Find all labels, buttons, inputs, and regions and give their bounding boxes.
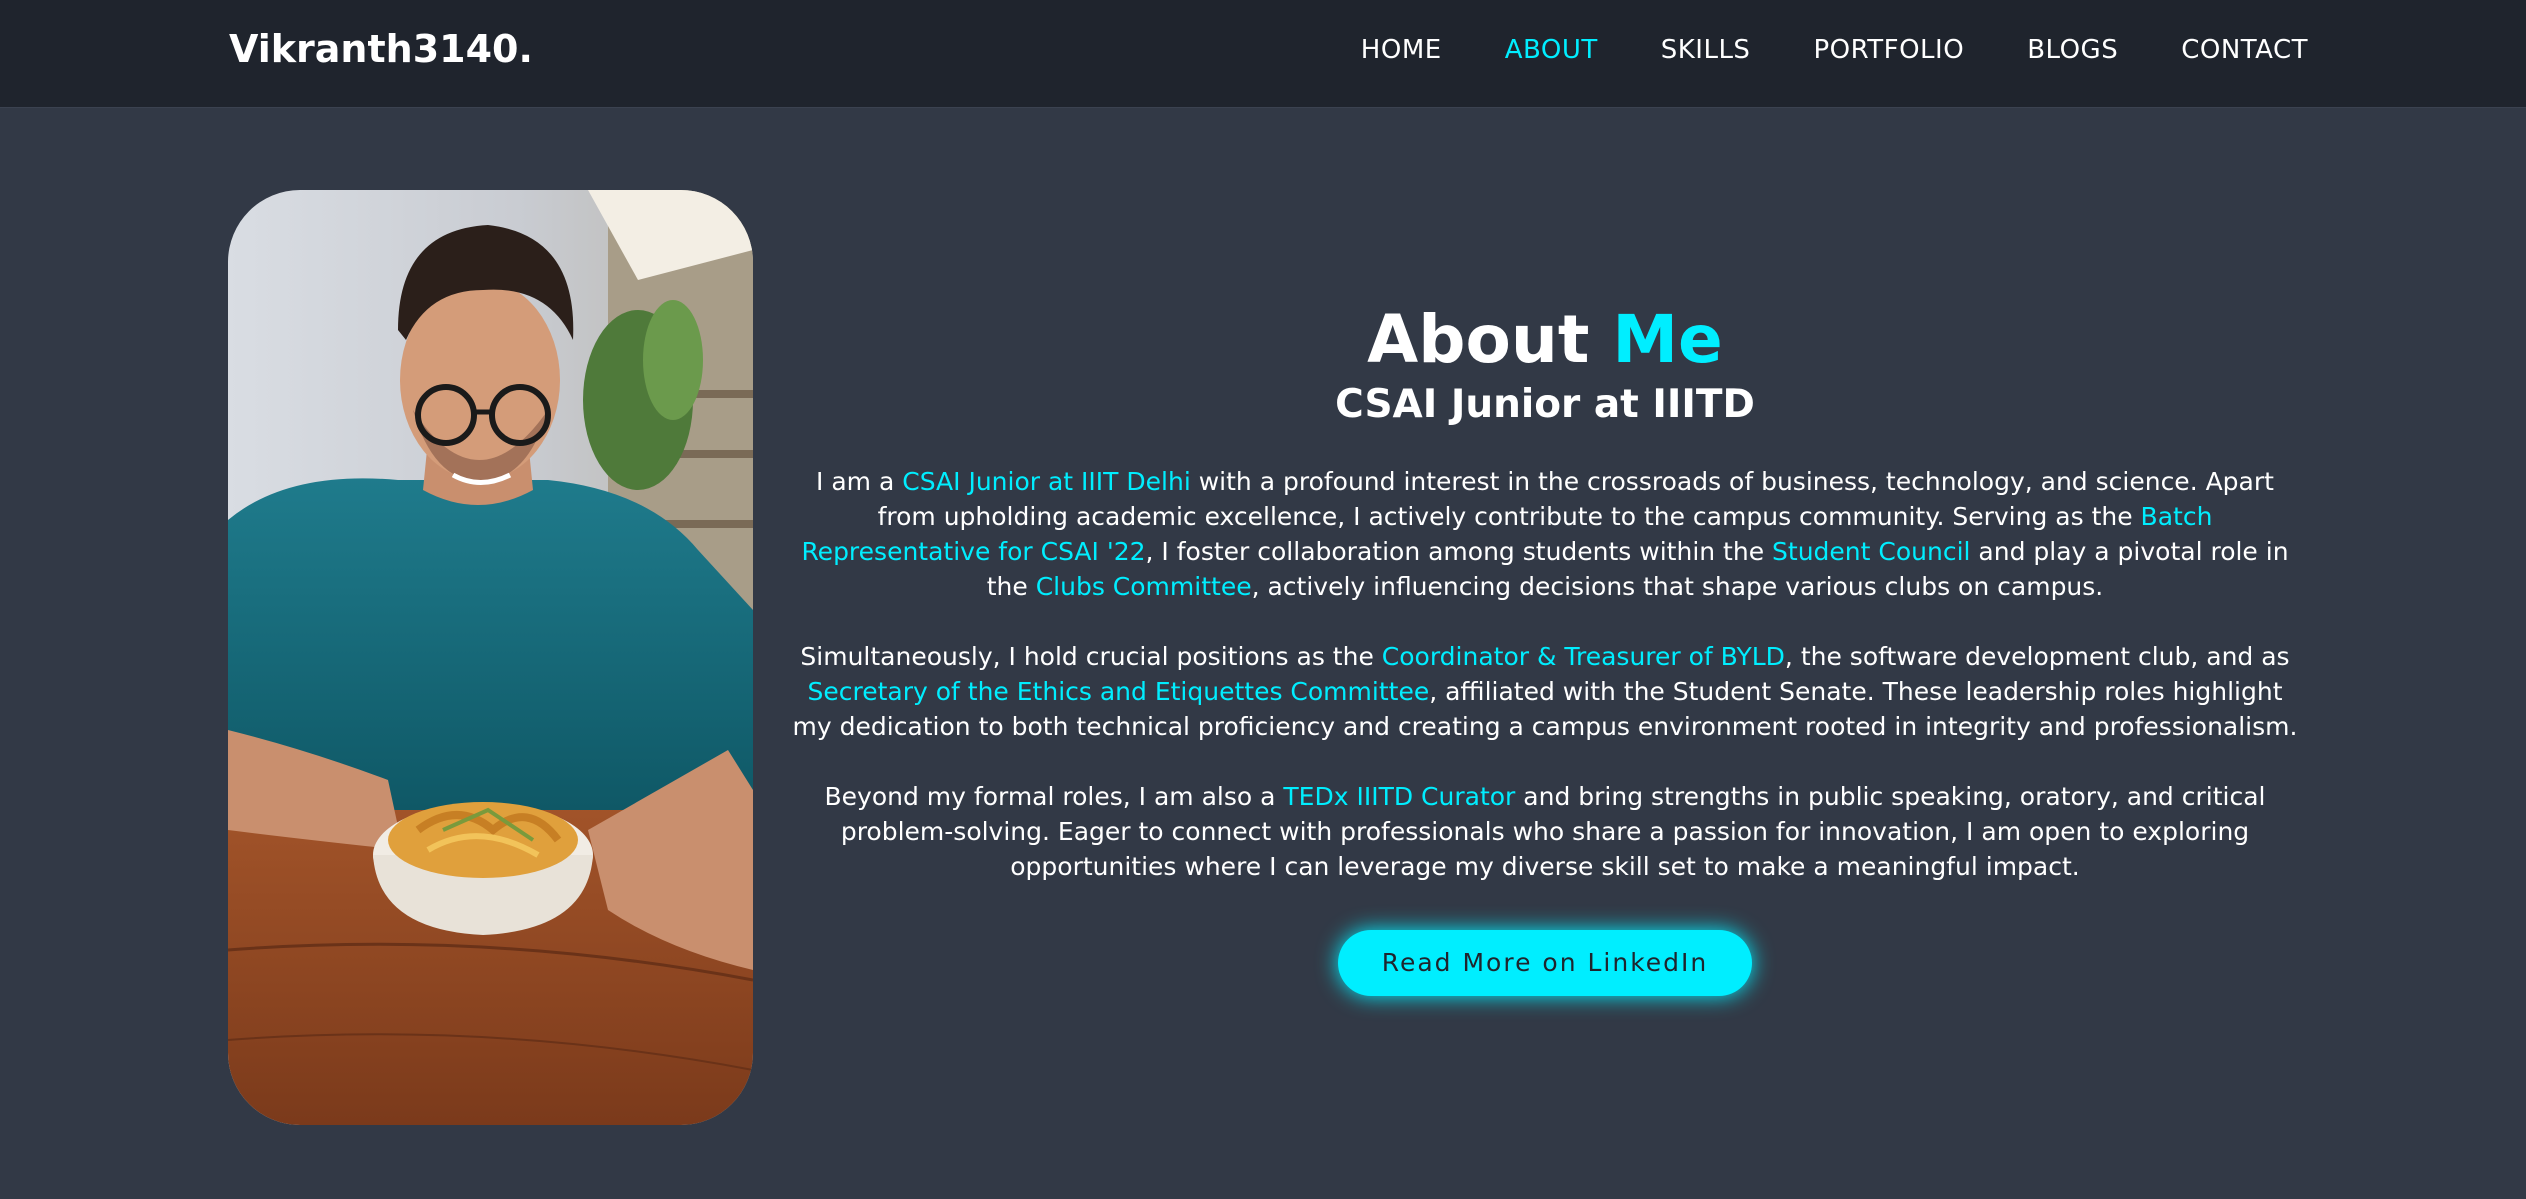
nav-contact[interactable]: CONTACT [2181, 30, 2308, 70]
text-span: , actively influencing decisions that sh… [1251, 572, 2104, 601]
text-span: I am a [816, 467, 903, 496]
about-heading: About Me [790, 300, 2300, 380]
profile-photo [228, 190, 753, 1125]
linkedin-button[interactable]: Read More on LinkedIn [1337, 930, 1753, 996]
text-span: Beyond my formal roles, I am also a [824, 782, 1284, 811]
about-paragraph-1: I am a CSAI Junior at IIIT Delhi with a … [790, 464, 2300, 604]
about-paragraph-3: Beyond my formal roles, I am also a TEDx… [790, 779, 2300, 884]
about-heading-accent: Me [1612, 301, 1723, 378]
nav-blogs[interactable]: BLOGS [2027, 30, 2118, 70]
site-header: Vikranth3140. HOME ABOUT SKILLS PORTFOLI… [0, 0, 2526, 108]
about-section: About Me CSAI Junior at IIITD I am a CSA… [790, 300, 2300, 996]
nav-portfolio[interactable]: PORTFOLIO [1813, 30, 1964, 70]
highlight-clubs-committee: Clubs Committee [1035, 572, 1252, 601]
highlight-student-council: Student Council [1772, 537, 1971, 566]
text-span: , the software development club, and as [1784, 642, 2290, 671]
main-nav: HOME ABOUT SKILLS PORTFOLIO BLOGS CONTAC… [1361, 30, 2308, 70]
nav-skills[interactable]: SKILLS [1661, 30, 1751, 70]
about-heading-main: About [1367, 301, 1590, 378]
text-span: Simultaneously, I hold crucial positions… [800, 642, 1382, 671]
about-paragraph-2: Simultaneously, I hold crucial positions… [790, 639, 2300, 744]
nav-about[interactable]: ABOUT [1505, 30, 1598, 70]
text-span: , I foster collaboration among students … [1145, 537, 1773, 566]
about-subheading: CSAI Junior at IIITD [1335, 382, 1755, 427]
highlight-byld: Coordinator & Treasurer of BYLD [1381, 642, 1785, 671]
highlight-csai-junior: CSAI Junior at IIIT Delhi [902, 467, 1191, 496]
highlight-tedx: TEDx IIITD Curator [1283, 782, 1516, 811]
site-logo[interactable]: Vikranth3140. [229, 24, 533, 74]
highlight-ethics-committee: Secretary of the Ethics and Etiquettes C… [807, 677, 1430, 706]
nav-home[interactable]: HOME [1361, 30, 1442, 70]
